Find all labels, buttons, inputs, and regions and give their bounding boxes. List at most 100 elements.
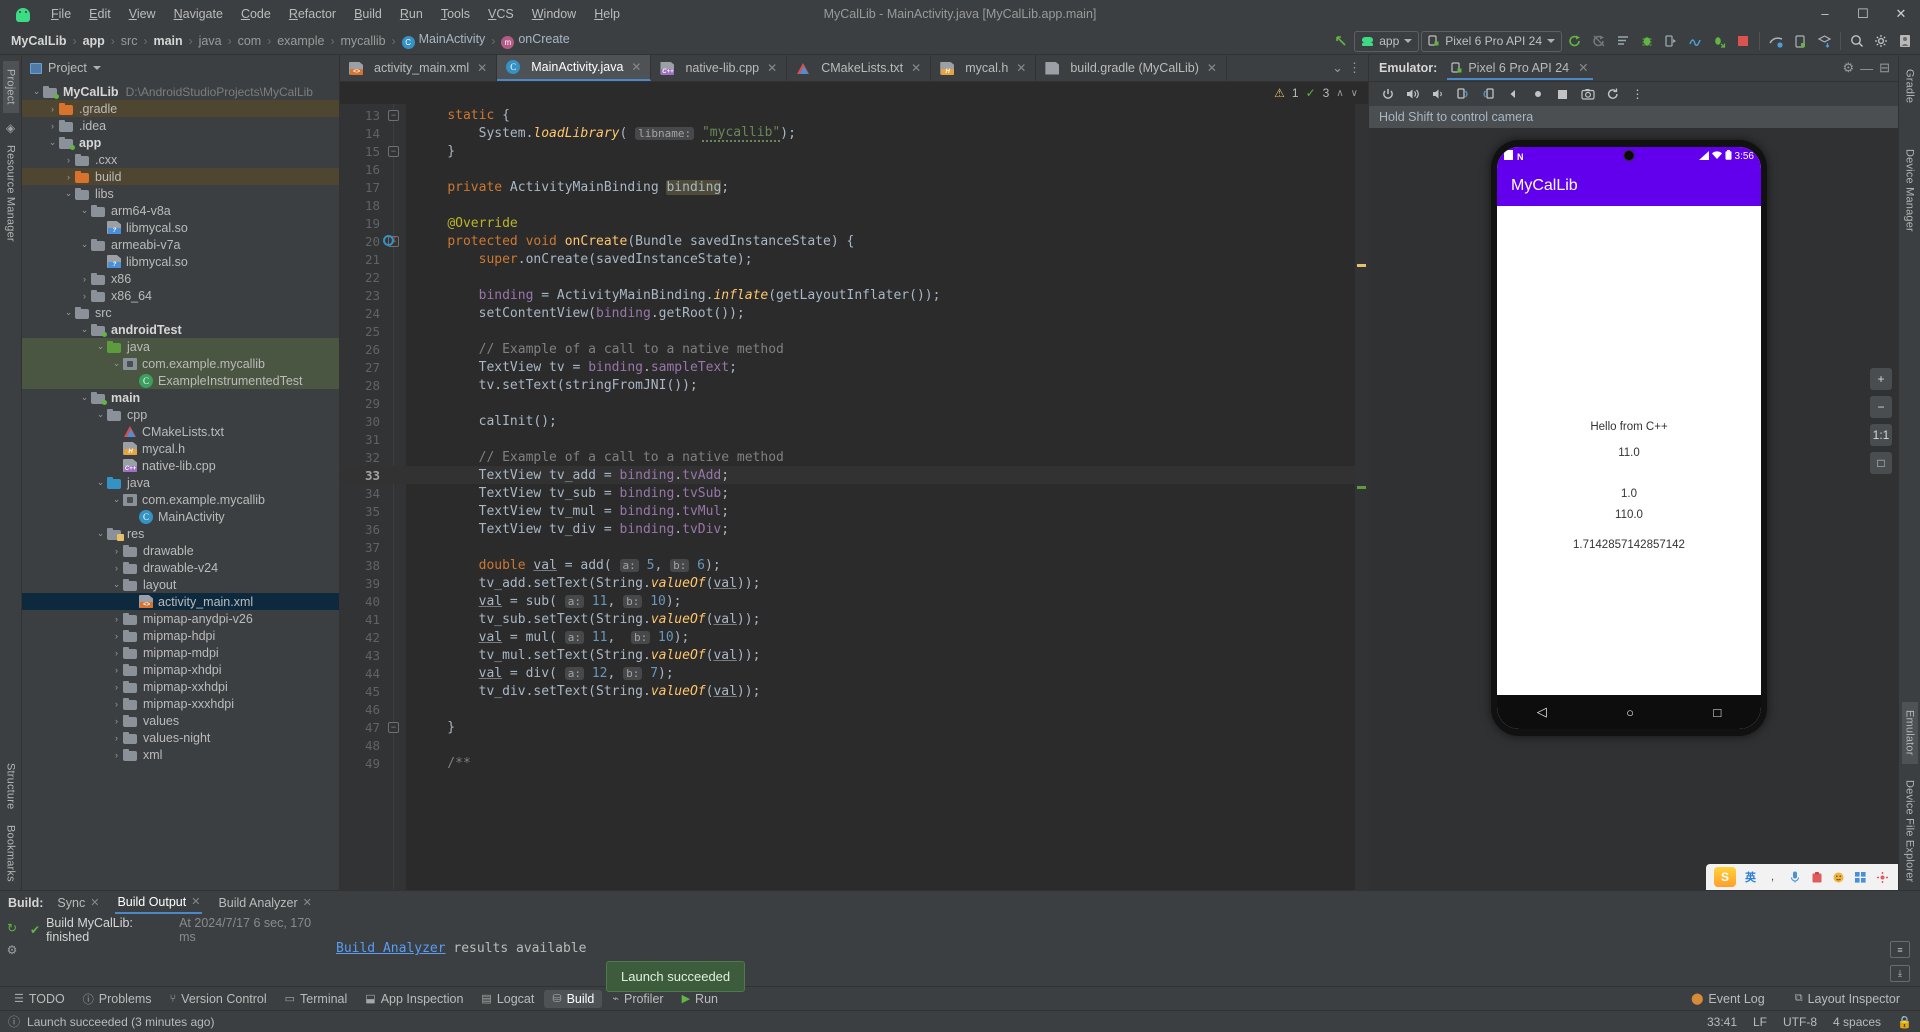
undo-arrow-icon[interactable] [1330, 30, 1352, 52]
chevron-down-icon[interactable]: ⌄ [94, 409, 107, 420]
code-line[interactable] [406, 268, 1368, 286]
code-line[interactable]: protected void onCreate (Bundle savedInst… [406, 232, 1368, 250]
menu-build[interactable]: Build [345, 4, 391, 24]
chevron-down-icon[interactable]: ⌄ [78, 324, 91, 335]
chevron-right-icon[interactable]: › [62, 172, 75, 182]
rail-tab-project[interactable]: Project [2, 61, 19, 113]
rotate-right-icon[interactable] [1477, 84, 1498, 105]
code-editor[interactable]: 13−14 15−16 17 18 19 20− ↑ 21 22 23 24 25 26 27 28 29 30… [340, 104, 1368, 890]
build-log[interactable]: Build Analyzer results available Launch … [324, 915, 1880, 992]
tool-window-build[interactable]: ⛁ Build [544, 989, 603, 1008]
gear-icon[interactable] [1870, 30, 1892, 52]
menu-window[interactable]: Window [523, 4, 585, 24]
next-problem-icon[interactable]: ∨ [1351, 88, 1358, 99]
editor-tab-build-gradle-mycallib-[interactable]: build.gradle (MyCalLib) ✕ [1036, 55, 1227, 81]
code-line[interactable]: // Example of a call to a native method [406, 448, 1368, 466]
tree-node-mipmap-mdpi[interactable]: › mipmap-mdpi [22, 644, 339, 661]
chevron-down-icon[interactable]: ⌄ [110, 494, 123, 505]
code-line[interactable] [406, 160, 1368, 178]
tree-node-cmakelists-txt[interactable]: CMakeLists.txt [22, 423, 339, 440]
more-icon[interactable]: ⋮ [1627, 84, 1648, 105]
tree-node-mycallib[interactable]: ⌄ MyCalLib D:\AndroidStudioProjects\MyCalL… [22, 83, 339, 100]
breadcrumb-mainactivity[interactable]: C MainActivity [399, 31, 489, 50]
code-line[interactable]: TextView tv_add = binding. tvAdd; [406, 466, 1368, 484]
chevron-down-icon[interactable]: ⌄ [78, 392, 91, 403]
emulator-viewport[interactable]: N 3:56 MyCalLib Hello from C++ 11.0 1.0 … [1369, 128, 1898, 890]
chevron-right-icon[interactable]: › [110, 563, 123, 573]
caret-position[interactable]: 33:41 [1707, 1015, 1737, 1029]
chevron-right-icon[interactable]: › [46, 121, 59, 131]
close-icon[interactable]: ✕ [911, 61, 921, 75]
tree-node-androidtest[interactable]: ⌄ androidTest [22, 321, 339, 338]
more-icon[interactable]: ⋮ [1348, 60, 1362, 76]
tree-node-mipmap-anydpi-v26[interactable]: › mipmap-anydpi-v26 [22, 610, 339, 627]
debug-rerun-icon[interactable] [1588, 30, 1610, 52]
code-line[interactable]: val = div( a: 12, b: 7); [406, 664, 1368, 682]
back-icon[interactable] [1502, 84, 1523, 105]
code-line[interactable]: TextView tv_sub = binding. tvSub; [406, 484, 1368, 502]
chevron-down-icon[interactable]: ⌄ [46, 137, 59, 148]
breadcrumb-src[interactable]: src [118, 33, 141, 49]
build-tab-build-analyzer[interactable]: Build Analyzer ✕ [216, 894, 313, 913]
build-tab-sync[interactable]: Sync ✕ [55, 894, 101, 913]
build-output-tree[interactable]: ✔ Build MyCalLib: finished At 2024/7/17 … [24, 915, 324, 986]
ime-mic-icon[interactable] [1787, 870, 1802, 885]
tree-node-java[interactable]: ⌄ java [22, 474, 339, 491]
filter-icon[interactable]: ⚙ [7, 943, 18, 957]
fold-toggle-icon[interactable]: − [388, 110, 399, 121]
project-tree[interactable]: ⌄ MyCalLib D:\AndroidStudioProjects\MyCalL… [22, 81, 339, 890]
rotate-left-icon[interactable] [1452, 84, 1473, 105]
tree-node-xml[interactable]: › xml [22, 746, 339, 763]
menu-tools[interactable]: Tools [432, 4, 479, 24]
close-icon[interactable]: ✕ [767, 61, 777, 75]
build-result-row[interactable]: ✔ Build MyCalLib: finished At 2024/7/17 … [30, 916, 324, 944]
chevron-right-icon[interactable]: › [110, 750, 123, 760]
nav-home-icon[interactable]: ○ [1626, 705, 1634, 720]
chevron-right-icon[interactable]: › [110, 733, 123, 743]
fold-toggle-icon[interactable]: − [388, 146, 399, 157]
tool-window-logcat[interactable]: ▤ Logcat [473, 990, 542, 1008]
minimize-button[interactable]: – [1806, 0, 1844, 27]
tree-node-exampleinstrumentedtest[interactable]: C ExampleInstrumentedTest [22, 372, 339, 389]
code-line[interactable]: tv_div.setText(String. valueOf(val)); [406, 682, 1368, 700]
code-line[interactable]: TextView tv_div = binding. tvDiv; [406, 520, 1368, 538]
editor-tab-cmakelists-txt[interactable]: CMakeLists.txt ✕ [787, 55, 932, 81]
tree-node-x86[interactable]: › x86 [22, 270, 339, 287]
chevron-right-icon[interactable]: › [78, 274, 91, 284]
emulator-settings-icon[interactable]: ⚙ [1842, 60, 1855, 76]
tool-window-todo[interactable]: ☰ TODO [6, 990, 73, 1008]
rail-tab-device-file-explorer[interactable]: Device File Explorer [1902, 772, 1918, 890]
ime-emoji-icon[interactable] [1831, 870, 1846, 885]
breadcrumb-example[interactable]: example [274, 33, 327, 49]
debug-icon[interactable] [1636, 30, 1658, 52]
restore-icon[interactable] [1602, 84, 1623, 105]
tree-node-mainactivity[interactable]: C MainActivity [22, 508, 339, 525]
nav-back-icon[interactable]: ◁ [1537, 704, 1547, 720]
code-line[interactable]: // Example of a call to a native method [406, 340, 1368, 358]
breadcrumb-mycallib[interactable]: mycallib [337, 33, 388, 49]
tree-node-com-example-mycallib[interactable]: ⌄ com.example.mycallib [22, 355, 339, 372]
rail-tab-gradle[interactable]: Gradle [1902, 61, 1918, 111]
chevron-down-icon[interactable]: ⌄ [62, 307, 75, 318]
close-icon[interactable]: ✕ [1578, 60, 1588, 75]
close-icon[interactable]: ✕ [191, 895, 200, 908]
editor-tab-mycal-h[interactable]: Hmycal.h ✕ [931, 55, 1037, 81]
chevron-down-icon[interactable]: ⌄ [94, 528, 107, 539]
close-icon[interactable]: ✕ [477, 61, 487, 75]
breadcrumb-oncreate[interactable]: m onCreate [498, 31, 572, 50]
nav-recents-icon[interactable]: □ [1713, 705, 1721, 720]
chevron-down-icon[interactable]: ⌄ [94, 477, 107, 488]
chevron-right-icon[interactable]: › [110, 614, 123, 624]
overview-icon[interactable] [1552, 84, 1573, 105]
ime-grid-icon[interactable] [1853, 870, 1868, 885]
chevron-right-icon[interactable]: › [110, 699, 123, 709]
indent-setting[interactable]: 4 spaces [1833, 1015, 1881, 1029]
tree-node-x86-64[interactable]: › x86_64 [22, 287, 339, 304]
code-line[interactable]: tv_sub.setText(String. valueOf(val)); [406, 610, 1368, 628]
fold-toggle-icon[interactable]: − [388, 722, 399, 733]
tool-window-run[interactable]: ▶ Run [674, 990, 726, 1008]
chevron-down-icon[interactable]: ⌄ [110, 579, 123, 590]
edit-configurations-icon[interactable] [1612, 30, 1634, 52]
chevron-down-icon[interactable]: ⌄ [78, 239, 91, 250]
code-line[interactable]: val = sub( a: 11, b: 10); [406, 592, 1368, 610]
